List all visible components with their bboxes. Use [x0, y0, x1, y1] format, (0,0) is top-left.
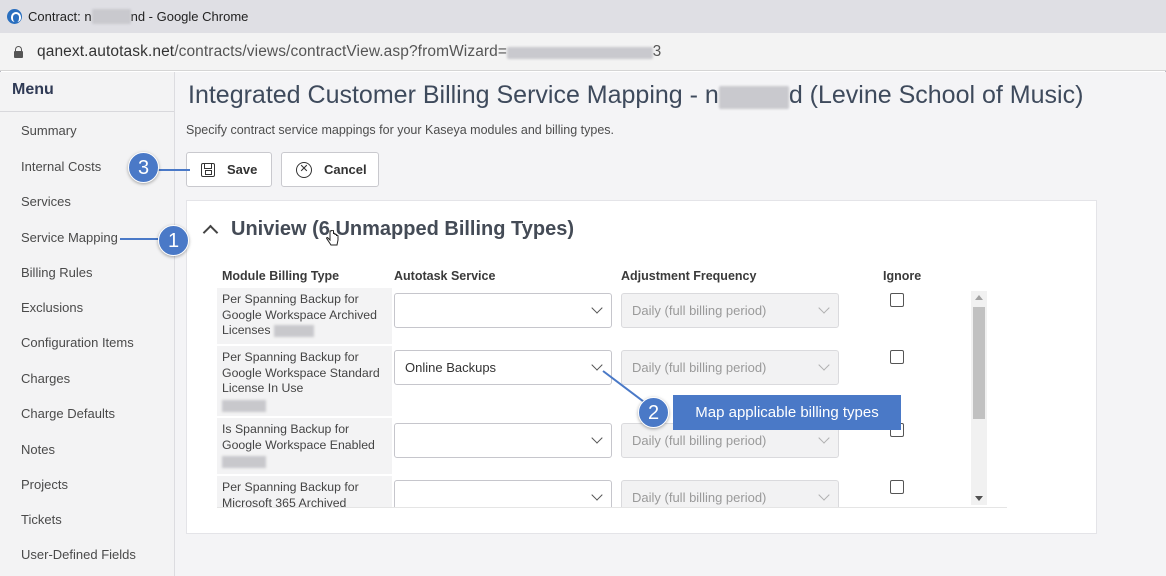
callout-line-3 — [158, 169, 190, 171]
column-header-billing-type: Module Billing Type — [222, 269, 340, 283]
redacted-title-text: xxxxxxx — [718, 86, 789, 109]
page-title: Integrated Customer Billing Service Mapp… — [188, 81, 1084, 109]
callout-label: Map applicable billing types — [673, 395, 901, 430]
billing-type-cell: Is Spanning Backup for Google Workspace … — [217, 418, 392, 474]
redacted-text — [273, 324, 314, 337]
sidebar-item-summary[interactable]: Summary — [21, 123, 77, 138]
callout-marker-2: 2 — [638, 397, 669, 428]
cancel-button[interactable]: ✕ Cancel — [281, 152, 379, 187]
chevron-down-icon — [818, 359, 830, 371]
chevron-down-icon — [818, 432, 830, 444]
column-header-autotask-service: Autotask Service — [394, 269, 496, 283]
browser-titlebar: Contract: nxxxxxxnd - Google Chrome — [0, 0, 1166, 33]
chevron-down-icon — [818, 302, 830, 314]
window-title: Contract: nxxxxxxnd - Google Chrome — [28, 9, 249, 24]
adjustment-frequency-select: Daily (full billing period) — [621, 293, 839, 328]
sidebar-item-projects[interactable]: Projects — [21, 477, 68, 492]
sidebar-item-configuration-items[interactable]: Configuration Items — [21, 335, 134, 350]
callout-line-1 — [120, 238, 158, 240]
autotask-app-icon — [7, 9, 22, 24]
sidebar-item-services[interactable]: Services — [21, 194, 71, 209]
table-row: Per Spanning Backup for Microsoft 365 Ar… — [217, 476, 960, 507]
chevron-down-icon — [818, 489, 830, 501]
mapping-panel: Uniview (6 Unmapped Billing Types) Modul… — [186, 200, 1097, 534]
billing-type-cell: Per Spanning Backup for Microsoft 365 Ar… — [217, 476, 392, 507]
cancel-icon: ✕ — [296, 161, 312, 178]
main-content: Integrated Customer Billing Service Mapp… — [175, 72, 1166, 576]
redacted-text — [222, 399, 266, 412]
address-bar[interactable]: qanext.autotask.net/contracts/views/cont… — [0, 33, 1166, 71]
hand-cursor-icon — [326, 230, 339, 246]
billing-type-cell: Per Spanning Backup for Google Workspace… — [217, 288, 392, 344]
menu-title: Menu — [0, 72, 174, 112]
callout-marker-3: 3 — [128, 152, 159, 183]
billing-type-cell: Per Spanning Backup for Google Workspace… — [217, 346, 392, 416]
chevron-down-icon — [591, 302, 603, 314]
sidebar-item-tickets[interactable]: Tickets — [21, 512, 62, 527]
sidebar-item-charges[interactable]: Charges — [21, 371, 70, 386]
sidebar-item-billing-rules[interactable]: Billing Rules — [21, 265, 93, 280]
save-button[interactable]: Save — [186, 152, 272, 187]
column-header-adjustment-frequency: Adjustment Frequency — [621, 269, 757, 283]
autotask-service-select[interactable] — [394, 423, 612, 458]
sidebar-item-notes[interactable]: Notes — [21, 442, 55, 457]
column-header-ignore: Ignore — [883, 269, 922, 283]
sidebar-item-service-mapping[interactable]: Service Mapping — [21, 230, 118, 245]
autotask-service-select[interactable]: Online Backups — [394, 350, 612, 385]
ignore-checkbox[interactable] — [890, 480, 904, 494]
ignore-checkbox[interactable] — [890, 293, 904, 307]
autotask-service-select[interactable] — [394, 293, 612, 328]
scroll-up-icon[interactable] — [975, 295, 983, 300]
scroll-down-icon[interactable] — [975, 496, 983, 501]
section-title: Uniview (6 Unmapped Billing Types) — [231, 218, 575, 240]
adjustment-frequency-select: Daily (full billing period) — [621, 480, 839, 507]
page-subtitle: Specify contract service mappings for yo… — [186, 123, 614, 137]
lock-icon[interactable] — [14, 46, 23, 58]
cancel-label: Cancel — [324, 162, 367, 177]
sidebar-menu: Menu Summary Internal Costs Services Ser… — [0, 72, 175, 576]
redacted-text — [222, 456, 266, 468]
chevron-down-icon — [591, 359, 603, 371]
callout-marker-1: 1 — [158, 225, 189, 256]
section-header[interactable]: Uniview (6 Unmapped Billing Types) — [202, 218, 575, 241]
sidebar-item-exclusions[interactable]: Exclusions — [21, 300, 83, 315]
redacted-url: xxxxxxxxxxxxxxxxxxxxxxxxxx — [507, 46, 653, 59]
redacted-text: xxxxxx — [91, 9, 131, 24]
chevron-up-icon[interactable] — [202, 224, 219, 241]
autotask-service-select[interactable] — [394, 480, 612, 507]
ignore-checkbox[interactable] — [890, 350, 904, 364]
adjustment-frequency-select: Daily (full billing period) — [621, 350, 839, 385]
sidebar-item-user-defined-fields[interactable]: User-Defined Fields — [21, 547, 136, 562]
table-row: Per Spanning Backup for Google Workspace… — [217, 288, 960, 344]
chevron-down-icon — [591, 432, 603, 444]
chevron-down-icon — [591, 489, 603, 501]
scrollbar-thumb[interactable] — [973, 307, 985, 419]
save-label: Save — [227, 162, 258, 177]
table-scrollbar[interactable] — [971, 291, 987, 505]
url-text[interactable]: qanext.autotask.net/contracts/views/cont… — [37, 43, 661, 61]
sidebar-item-internal-costs[interactable]: Internal Costs — [21, 159, 101, 174]
save-icon — [201, 162, 215, 177]
sidebar-item-charge-defaults[interactable]: Charge Defaults — [21, 406, 115, 421]
